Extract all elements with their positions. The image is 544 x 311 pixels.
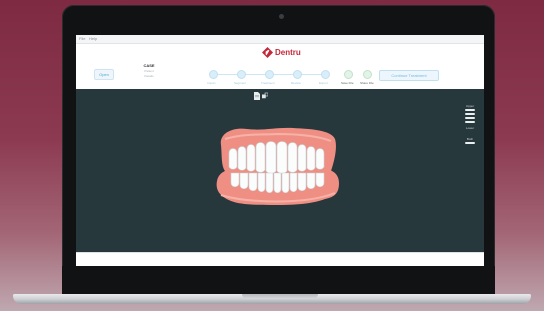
step-label: Export — [319, 81, 328, 85]
open-patient-button[interactable]: Open — [94, 69, 114, 80]
step-review[interactable] — [293, 70, 302, 79]
jaw-slider-bar[interactable] — [465, 121, 475, 123]
jaw-slider-bar[interactable] — [465, 113, 475, 115]
document-icon[interactable] — [254, 92, 260, 100]
step-segment[interactable] — [237, 70, 246, 79]
status-bar — [76, 252, 484, 266]
logo-text: Dentru — [275, 48, 301, 57]
logo-icon — [262, 47, 273, 58]
case-subtitle-2: Details — [144, 74, 154, 78]
save-file-label: Save File — [341, 81, 354, 85]
continue-treatment-button[interactable]: Continue Treatment — [379, 70, 439, 81]
case-info: CASE Patient Details — [134, 63, 164, 85]
both-jaws-label: Both — [466, 137, 474, 141]
step-import[interactable] — [209, 70, 218, 79]
step-label: Import — [207, 81, 216, 85]
share-file-button[interactable] — [363, 70, 372, 79]
jaw-slider-bar[interactable] — [465, 142, 475, 144]
menu-file[interactable]: File — [79, 36, 85, 42]
app-window: File Help Dentru Open CASE Patient Detai… — [76, 35, 484, 266]
step-label: Review — [291, 81, 301, 85]
app-header: Dentru Open CASE Patient Details Import … — [76, 44, 484, 88]
jaw-slider-bar[interactable] — [465, 117, 475, 119]
lower-jaw-label: Lower — [465, 126, 475, 130]
3d-viewport[interactable]: Upper Jaw Lower Both — [76, 89, 484, 252]
step-export[interactable] — [321, 70, 330, 79]
laptop-notch — [242, 294, 318, 299]
share-file-label: Share File — [360, 81, 374, 85]
teeth-model-3d[interactable] — [215, 125, 340, 209]
step-label: Treatment — [261, 81, 275, 85]
jaw-selector-panel: Upper Jaw Lower Both — [463, 104, 477, 150]
view-toolbar — [254, 92, 272, 100]
save-file-button[interactable] — [344, 70, 353, 79]
step-treatment[interactable] — [265, 70, 274, 79]
view-icon[interactable] — [262, 92, 268, 100]
jaw-slider-bar[interactable] — [465, 109, 475, 111]
camera-icon — [279, 14, 284, 19]
menu-help[interactable]: Help — [89, 36, 97, 42]
title-bar: File Help — [76, 35, 484, 44]
step-label: Segment — [234, 81, 247, 85]
screen-bezel — [62, 266, 495, 296]
